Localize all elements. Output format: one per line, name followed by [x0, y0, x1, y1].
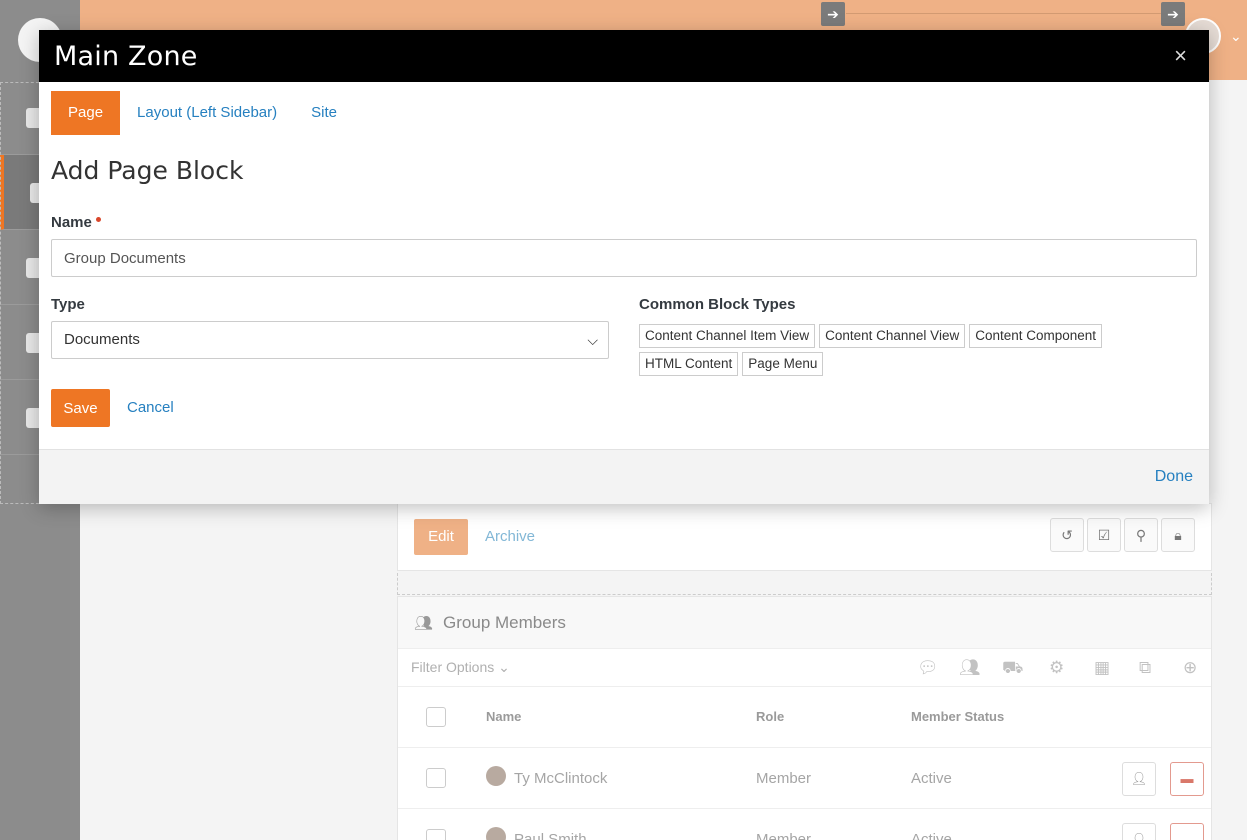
grid-actions-bar: Filter Options ⌄ 💬︎ 👥︎ ⛟ ⚙ ▦ ⧉ ⊕: [398, 649, 1211, 687]
table-icon[interactable]: ▦: [1094, 658, 1110, 678]
table-row[interactable]: Ty McClintock Member Active 👤︎ ▬: [398, 748, 1211, 809]
map-pin-icon[interactable]: ⚲: [1124, 518, 1158, 552]
cancel-link[interactable]: Cancel: [127, 399, 174, 416]
zone-outline: [397, 573, 1212, 595]
block-type-chip[interactable]: Content Channel Item View: [639, 324, 816, 348]
history-icon[interactable]: ↺: [1050, 518, 1084, 552]
column-header-name[interactable]: Name: [486, 709, 521, 724]
section-title: Add Page Block: [51, 156, 244, 185]
arrow-right-icon[interactable]: ➔: [821, 2, 845, 26]
group-members-panel: 👥︎ Group Members Filter Options ⌄ 💬︎ 👥︎ …: [397, 596, 1212, 840]
truck-icon[interactable]: ⛟: [1002, 658, 1023, 680]
type-label: Type: [51, 296, 85, 313]
column-header-role[interactable]: Role: [756, 709, 784, 724]
block-type-chip[interactable]: Page Menu: [742, 352, 824, 376]
comment-icon[interactable]: 💬︎: [917, 658, 939, 678]
panel-title: Group Members: [443, 612, 566, 632]
table-row[interactable]: Paul Smith Member Active 👤︎ ▬: [398, 809, 1211, 840]
modal-footer: Done: [39, 449, 1209, 504]
archive-icon[interactable]: ▬: [1170, 823, 1204, 840]
common-block-types: Content Channel Item View Content Channe…: [639, 324, 1139, 376]
arrow-right-icon[interactable]: ➔: [1161, 2, 1185, 26]
archive-icon[interactable]: ▬: [1170, 762, 1204, 796]
type-select[interactable]: Documents ⌵: [51, 321, 609, 359]
member-role: Member: [756, 831, 812, 840]
tab-site[interactable]: Site: [294, 91, 354, 135]
zone-tabs: Page Layout (Left Sidebar) Site: [51, 91, 354, 135]
chevron-down-icon: ⌵: [587, 332, 598, 348]
gear-icon[interactable]: ⚙: [1049, 658, 1064, 678]
row-checkbox[interactable]: [426, 829, 446, 840]
tab-layout[interactable]: Layout (Left Sidebar): [120, 91, 294, 135]
tab-page[interactable]: Page: [51, 91, 121, 135]
member-status: Active: [911, 770, 952, 787]
row-checkbox[interactable]: [426, 768, 446, 788]
member-name: Ty McClintock: [514, 770, 608, 787]
person-icon[interactable]: 👤︎: [1122, 762, 1156, 796]
copy-icon[interactable]: ⧉: [1139, 658, 1151, 678]
filter-label: Filter Options: [411, 659, 495, 675]
block-type-chip[interactable]: Content Component: [969, 324, 1103, 348]
zone-modal: Main Zone × Page Layout (Left Sidebar) S…: [39, 30, 1209, 504]
block-type-chip[interactable]: HTML Content: [639, 352, 739, 376]
zone-divider: [846, 13, 1176, 14]
block-type-chip[interactable]: Content Channel View: [819, 324, 966, 348]
modal-title: Main Zone: [54, 41, 198, 72]
archive-link[interactable]: Archive: [485, 528, 535, 545]
member-role: Member: [756, 770, 812, 787]
modal-body: Page Layout (Left Sidebar) Site Add Page…: [39, 82, 1209, 449]
common-block-types-label: Common Block Types: [639, 296, 796, 313]
type-selected-value: Documents: [64, 331, 140, 348]
save-button[interactable]: Save: [51, 389, 110, 427]
name-field[interactable]: [51, 239, 1197, 277]
member-name: Paul Smith: [514, 831, 587, 840]
select-all-checkbox[interactable]: [426, 707, 446, 727]
required-indicator: [95, 217, 101, 222]
name-label: Name: [51, 214, 101, 231]
avatar: [486, 766, 506, 786]
checklist-icon[interactable]: ☑: [1087, 518, 1121, 552]
name-label-text: Name: [51, 214, 92, 231]
done-link[interactable]: Done: [1155, 468, 1193, 486]
group-actions-panel: Edit Archive ↺ ☑ ⚲ 🔒︎: [397, 503, 1212, 571]
users-icon[interactable]: 👥︎: [959, 658, 981, 678]
panel-header: 👥︎ Group Members: [398, 597, 1211, 649]
member-status: Active: [911, 831, 952, 840]
table-header-row: Name Role Member Status: [398, 687, 1211, 748]
avatar: [486, 827, 506, 840]
lock-icon[interactable]: 🔒︎: [1161, 518, 1195, 552]
filter-options-toggle[interactable]: Filter Options ⌄: [411, 659, 510, 676]
column-header-status[interactable]: Member Status: [911, 709, 1004, 724]
edit-button[interactable]: Edit: [414, 519, 468, 555]
users-icon: 👥︎: [414, 614, 434, 632]
add-circle-icon[interactable]: ⊕: [1183, 658, 1197, 678]
chevron-down-icon[interactable]: ⌄: [1230, 28, 1242, 45]
modal-header: Main Zone ×: [39, 30, 1209, 82]
close-icon[interactable]: ×: [1174, 43, 1187, 69]
person-icon[interactable]: 👤︎: [1122, 823, 1156, 840]
